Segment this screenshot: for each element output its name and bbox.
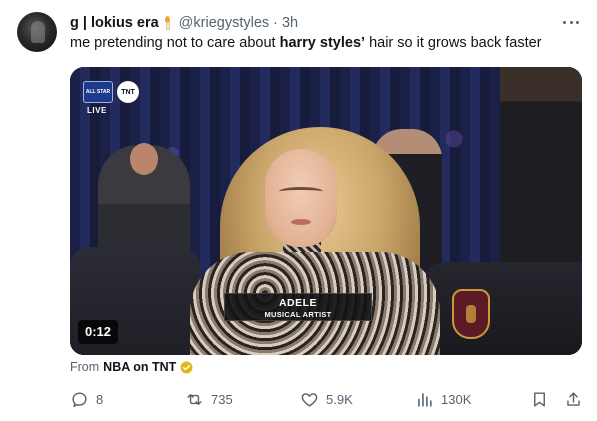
lower-third-caption: ADELE MUSICAL ARTIST [224, 293, 372, 321]
source-name[interactable]: NBA on TNT [103, 360, 176, 374]
courtside-seat-right [422, 262, 582, 355]
action-bar: 8 735 5.9K 130K [64, 388, 584, 410]
repost-icon [187, 393, 202, 405]
separator-dot: · [273, 15, 278, 31]
reply-icon [72, 391, 87, 407]
views-chart-icon [418, 392, 432, 407]
repost-count: 735 [211, 391, 233, 407]
tweet-time[interactable]: 3h [282, 15, 298, 31]
avatar[interactable] [17, 12, 57, 52]
bookmark-icon [534, 391, 545, 407]
share-icon [567, 391, 580, 406]
view-count: 130K [441, 391, 472, 407]
share-button[interactable] [564, 388, 583, 410]
live-label: LIVE [87, 106, 107, 115]
reply-count: 8 [96, 391, 104, 407]
tweet-text-end: hair so it grows back faster [365, 35, 542, 51]
views-button[interactable]: 130K [415, 388, 471, 410]
team-logo-icon [452, 289, 490, 339]
source-prefix: From [70, 360, 100, 374]
tweet-header: g | lokius era @kriegystyles · 3h [70, 13, 577, 33]
verified-badge-icon [180, 361, 193, 374]
lower-third-role: MUSICAL ARTIST [264, 310, 332, 319]
like-count: 5.9K [326, 391, 353, 407]
bookmark-button[interactable] [530, 388, 549, 410]
lower-third-name: ADELE [278, 297, 318, 309]
source-attribution: From NBA on TNT [70, 360, 193, 374]
tweet-text: me pretending not to care about harry st… [70, 35, 542, 51]
reply-button[interactable]: 8 [70, 388, 103, 410]
broadcast-logos: ALL STAR TNT [83, 81, 139, 103]
heart-icon [301, 392, 318, 407]
author-handle[interactable]: @kriegystyles [179, 15, 269, 31]
author-name[interactable]: g | lokius era [70, 15, 159, 31]
tnt-logo-icon: TNT [117, 81, 139, 103]
repost-button[interactable]: 735 [185, 388, 233, 410]
tweet-text-bold: harry styles’ [279, 35, 366, 51]
tweet-text-start: me pretending not to care about [70, 35, 280, 51]
candle-emoji-icon [163, 16, 173, 30]
allstar-logo-icon: ALL STAR [83, 81, 113, 103]
woman-face [265, 149, 337, 247]
like-button[interactable]: 5.9K [300, 388, 353, 410]
video-duration: 0:12 [78, 320, 119, 344]
more-options-icon[interactable] [561, 12, 581, 32]
video-player[interactable]: ALL STAR TNT LIVE ADELE MUSICAL ARTIST 0… [70, 67, 582, 355]
